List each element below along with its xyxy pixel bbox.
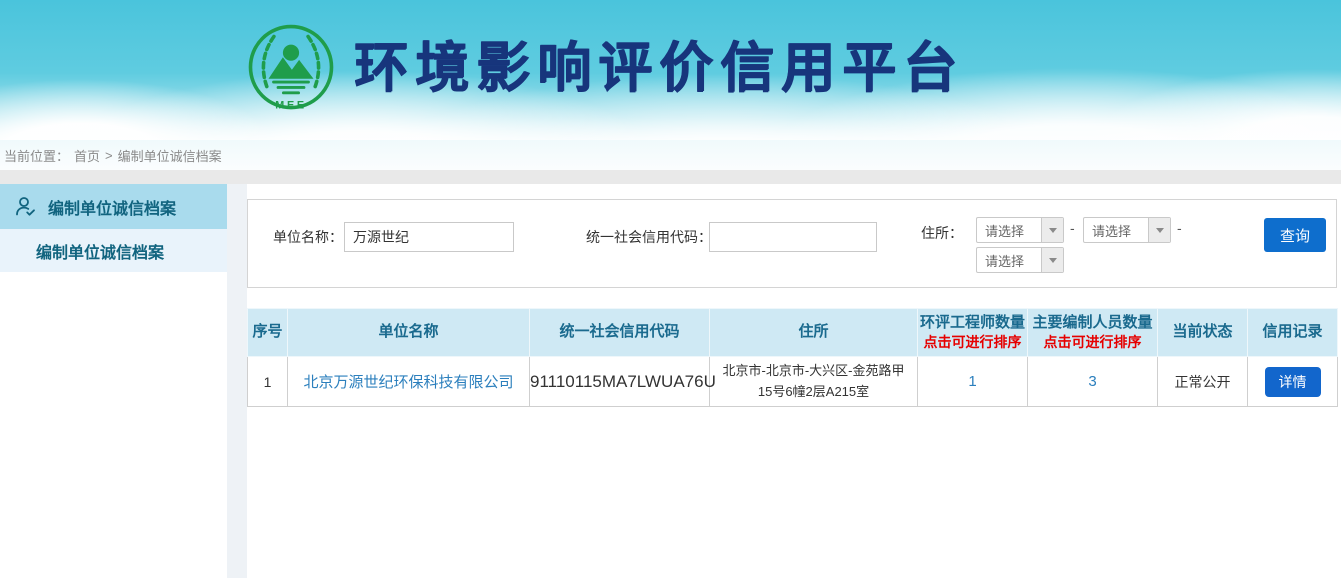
- cell-staff-count: 3: [1028, 357, 1158, 407]
- user-check-icon: [14, 195, 38, 219]
- detail-button[interactable]: 详情: [1265, 367, 1321, 397]
- cell-unit-name: 北京万源世纪环保科技有限公司: [288, 357, 530, 407]
- chevron-down-icon[interactable]: [1148, 218, 1170, 242]
- breadcrumb-prefix: 当前位置：: [4, 146, 69, 165]
- province-select-value: 请选择: [977, 221, 1041, 240]
- address-dash: -: [1070, 220, 1075, 236]
- brand: MEE 环境影响评价信用平台: [246, 22, 964, 114]
- sidebar-main-gap: [227, 184, 247, 578]
- breadcrumb-home-link[interactable]: 首页: [74, 146, 100, 165]
- col-header-engineer-count-label: 环评工程师数量: [920, 314, 1025, 331]
- sort-hint[interactable]: 点击可进行排序: [918, 333, 1027, 352]
- site-title: 环境影响评价信用平台: [354, 22, 964, 114]
- col-header-staff-count[interactable]: 主要编制人员数量 点击可进行排序: [1028, 309, 1158, 357]
- mee-logo-text: MEE: [275, 100, 306, 112]
- chevron-down-icon[interactable]: [1041, 248, 1063, 272]
- credit-code-input[interactable]: [709, 222, 877, 252]
- breadcrumb-current: 编制单位诚信档案: [118, 146, 222, 165]
- credit-code-label: 统一社会信用代码：: [586, 222, 712, 252]
- address-dash: -: [1177, 220, 1182, 236]
- table-row: 1 北京万源世纪环保科技有限公司 91110115MA7LWUA76U 北京市-…: [248, 357, 1338, 407]
- results-table: 序号 单位名称 统一社会信用代码 住所 环评工程师数量 点击可进行排序 主要编制…: [247, 308, 1338, 407]
- city-select[interactable]: 请选择: [1083, 217, 1171, 243]
- table-header-row: 序号 单位名称 统一社会信用代码 住所 环评工程师数量 点击可进行排序 主要编制…: [248, 309, 1338, 357]
- col-header-address: 住所: [710, 309, 918, 357]
- cell-status: 正常公开: [1158, 357, 1248, 407]
- col-header-staff-count-label: 主要编制人员数量: [1032, 314, 1152, 331]
- unit-name-link[interactable]: 北京万源世纪环保科技有限公司: [303, 374, 513, 391]
- district-select[interactable]: 请选择: [976, 247, 1064, 273]
- cell-engineer-count: 1: [918, 357, 1028, 407]
- col-header-engineer-count[interactable]: 环评工程师数量 点击可进行排序: [918, 309, 1028, 357]
- breadcrumb: 当前位置： 首页 > 编制单位诚信档案: [0, 140, 1341, 170]
- sidebar: 编制单位诚信档案 编制单位诚信档案: [0, 184, 227, 578]
- engineer-count-link[interactable]: 1: [968, 373, 976, 390]
- col-header-credit-code: 统一社会信用代码: [530, 309, 710, 357]
- sidebar-subitem-unit-credit-archive[interactable]: 编制单位诚信档案: [0, 229, 227, 272]
- page: MEE 环境影响评价信用平台 当前位置： 首页 > 编制单位诚信档案 编制单位诚…: [0, 0, 1341, 578]
- col-header-credit-record: 信用记录: [1248, 309, 1338, 357]
- col-header-index: 序号: [248, 309, 288, 357]
- query-button[interactable]: 查询: [1264, 218, 1326, 252]
- breadcrumb-separator: >: [105, 148, 113, 163]
- col-header-unit-name: 单位名称: [288, 309, 530, 357]
- unit-name-label: 单位名称：: [273, 222, 343, 252]
- staff-count-link[interactable]: 3: [1088, 373, 1096, 390]
- divider-strip: [0, 170, 1341, 184]
- sort-hint[interactable]: 点击可进行排序: [1028, 333, 1157, 352]
- chevron-down-icon[interactable]: [1041, 218, 1063, 242]
- sidebar-subitem-label: 编制单位诚信档案: [36, 239, 164, 263]
- cell-index: 1: [248, 357, 288, 407]
- mee-logo-icon: MEE: [246, 23, 336, 113]
- unit-name-input[interactable]: [344, 222, 514, 252]
- body-row: 编制单位诚信档案 编制单位诚信档案 单位名称： 统一社会信用代码： 住所： 请选…: [0, 184, 1341, 578]
- city-select-value: 请选择: [1084, 221, 1148, 240]
- province-select[interactable]: 请选择: [976, 217, 1064, 243]
- cell-credit-code: 91110115MA7LWUA76U: [530, 357, 710, 407]
- main-content: 单位名称： 统一社会信用代码： 住所： 请选择 - 请选择 - 请选择: [247, 184, 1341, 578]
- site-banner: MEE 环境影响评价信用平台: [0, 0, 1341, 140]
- sidebar-item-unit-credit-archive[interactable]: 编制单位诚信档案: [0, 184, 227, 229]
- cell-address: 北京市-北京市-大兴区-金苑路甲15号6幢2层A215室: [710, 357, 918, 407]
- district-select-value: 请选择: [977, 251, 1041, 270]
- address-label: 住所：: [921, 218, 963, 248]
- sidebar-item-label: 编制单位诚信档案: [48, 195, 176, 219]
- search-panel: 单位名称： 统一社会信用代码： 住所： 请选择 - 请选择 - 请选择: [247, 199, 1337, 288]
- cell-credit-record: 详情: [1248, 357, 1338, 407]
- col-header-status: 当前状态: [1158, 309, 1248, 357]
